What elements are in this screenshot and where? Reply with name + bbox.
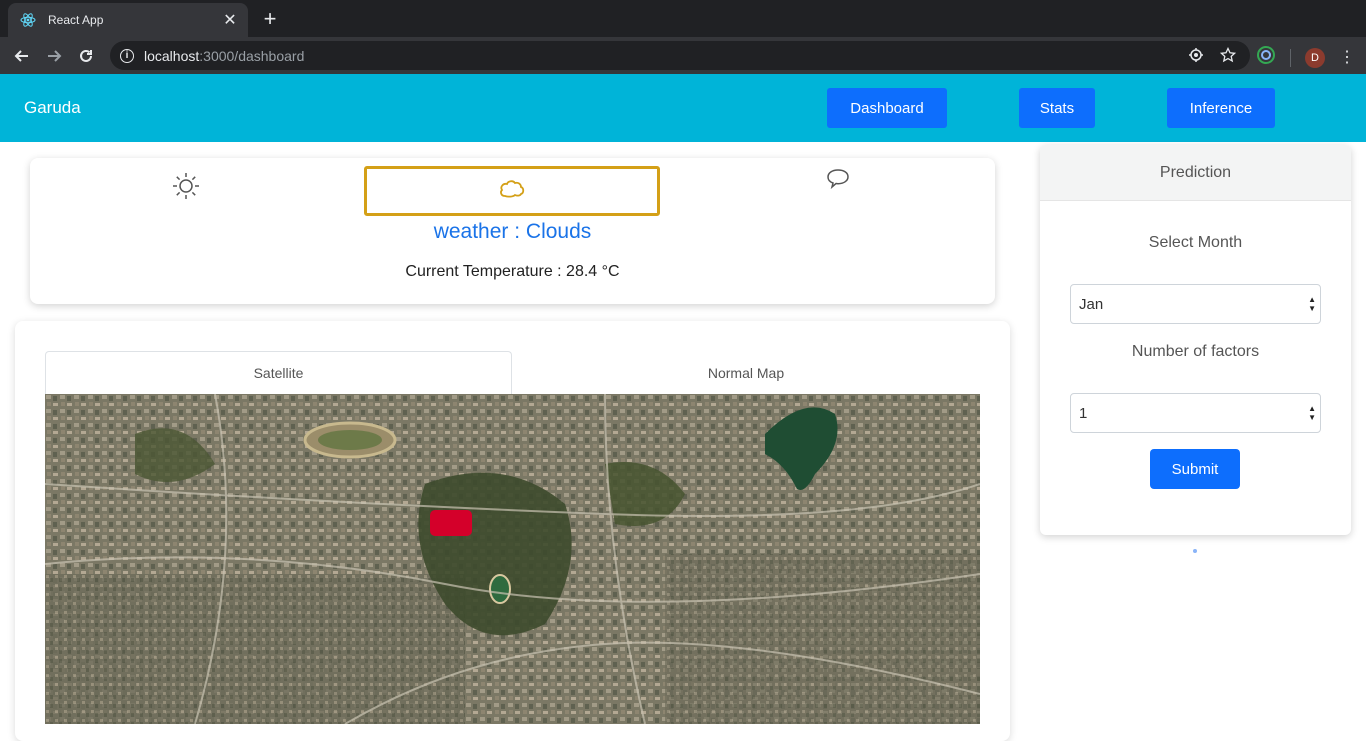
reload-icon[interactable]: [74, 44, 98, 68]
weather-card: weather : Clouds Current Temperature : 2…: [30, 158, 995, 304]
stats-button[interactable]: Stats: [1019, 88, 1095, 128]
sun-icon[interactable]: [170, 170, 202, 202]
satellite-imagery: [45, 394, 980, 724]
address-bar[interactable]: i localhost:3000/dashboard: [110, 41, 1250, 70]
forward-arrow-icon[interactable]: [42, 44, 66, 68]
extension-icon[interactable]: [1256, 45, 1276, 70]
chat-bubble-icon[interactable]: [823, 166, 853, 192]
current-temperature: Current Temperature : 28.4 °C: [405, 263, 620, 280]
brand-title[interactable]: Garuda: [24, 98, 81, 118]
factors-select-value: 1: [1079, 404, 1088, 422]
tab-normal-map[interactable]: Normal Map: [512, 351, 980, 394]
satellite-map[interactable]: [45, 394, 980, 724]
factors-select[interactable]: 1 ▲ ▼: [1070, 393, 1321, 433]
react-logo-icon: [20, 12, 36, 28]
toolbar-separator: [1290, 48, 1291, 67]
tab-title: React App: [48, 13, 104, 27]
close-tab-icon[interactable]: ✕: [220, 10, 240, 30]
select-arrows-icon: ▲ ▼: [1308, 295, 1316, 313]
inference-button[interactable]: Inference: [1167, 88, 1275, 128]
dashboard-button[interactable]: Dashboard: [827, 88, 947, 128]
menu-dots-icon[interactable]: ⋮: [1339, 49, 1355, 66]
bookmark-star-icon[interactable]: [1219, 46, 1237, 68]
month-select-value: Jan: [1079, 295, 1104, 313]
prediction-header: Prediction: [1040, 145, 1351, 201]
browser-toolbar: i localhost:3000/dashboard D ⋮: [0, 37, 1366, 74]
profile-avatar[interactable]: D: [1305, 47, 1325, 68]
submit-button[interactable]: Submit: [1150, 449, 1240, 489]
location-icon[interactable]: [1188, 47, 1204, 68]
number-of-factors-label: Number of factors: [1131, 343, 1260, 360]
map-tabs: Satellite Normal Map: [45, 351, 980, 394]
weather-title: weather : Clouds: [433, 220, 592, 243]
select-arrows-icon: ▲ ▼: [1308, 404, 1316, 422]
cloud-icon[interactable]: [496, 176, 528, 202]
browser-tab-bar: React App ✕ +: [0, 0, 1366, 37]
select-month-label: Select Month: [1148, 234, 1243, 251]
back-arrow-icon[interactable]: [10, 44, 34, 68]
new-tab-icon[interactable]: +: [258, 8, 282, 32]
tab-satellite[interactable]: Satellite: [45, 351, 512, 394]
loading-dot: [1193, 549, 1197, 553]
month-select[interactable]: Jan ▲ ▼: [1070, 284, 1321, 324]
url-text: localhost:3000/dashboard: [144, 47, 305, 64]
prediction-card: Prediction Select Month Jan ▲ ▼ Number of…: [1040, 145, 1351, 535]
map-card: Satellite Normal Map: [15, 321, 1010, 741]
browser-tab[interactable]: React App ✕: [8, 3, 248, 37]
app-navbar: Garuda Dashboard Stats Inference: [0, 74, 1366, 142]
site-info-icon[interactable]: i: [120, 48, 134, 63]
